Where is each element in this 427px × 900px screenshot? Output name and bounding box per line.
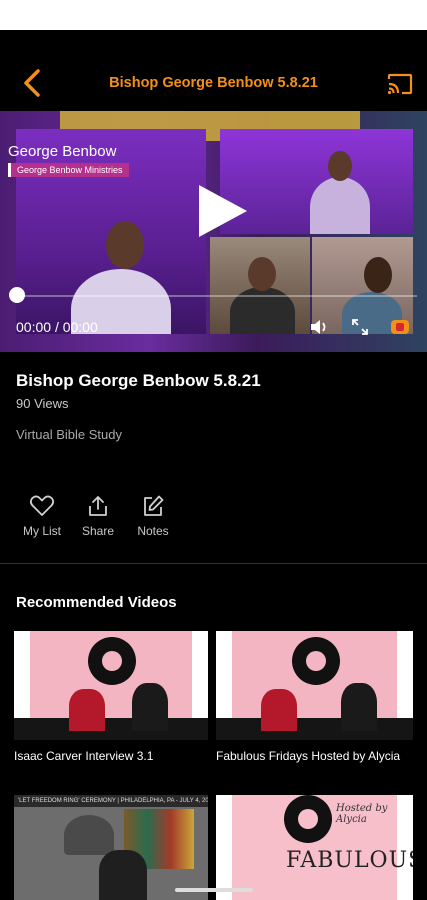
peacock-logo-icon <box>88 637 136 685</box>
video-tile-guest-1 <box>210 237 310 334</box>
edit-icon <box>144 495 164 516</box>
thumb-banner-text: 'LET FREEDOM RING' CEREMONY | PHILADELPH… <box>14 795 208 807</box>
volume-icon[interactable] <box>308 317 330 337</box>
thumb-border-left <box>216 795 232 900</box>
thumb-person-2 <box>132 683 168 731</box>
video-title: Bishop George Benbow 5.8.21 <box>16 371 261 390</box>
app-logo-icon[interactable] <box>389 317 411 337</box>
action-bar: My List Share Notes <box>0 494 427 544</box>
my-list-button[interactable]: My List <box>14 494 70 538</box>
peacock-logo-icon <box>284 795 332 843</box>
thumb-person-1 <box>69 689 105 731</box>
speaker-name-overlay: George Benbow George Benbow Ministries <box>8 143 129 177</box>
current-time: 00:00 <box>16 319 52 335</box>
fabulous-text: FABULOUS <box>286 848 413 873</box>
play-icon[interactable] <box>191 181 251 241</box>
heart-icon <box>29 495 55 516</box>
peacock-logo-icon <box>292 637 340 685</box>
thumb-person-1 <box>261 689 297 731</box>
back-chevron-icon[interactable] <box>14 65 50 101</box>
time-display: 00:00 / 00:00 <box>16 319 98 335</box>
overlay-org: George Benbow Ministries <box>8 163 129 177</box>
recommended-thumbnail-2[interactable] <box>216 631 413 740</box>
recommended-thumbnail-4[interactable]: Hosted by Alycia FABULOUS <box>216 795 413 900</box>
thumb-person <box>99 850 147 900</box>
fullscreen-icon[interactable] <box>349 317 371 337</box>
seek-handle[interactable] <box>9 287 25 303</box>
home-indicator[interactable] <box>175 888 253 892</box>
status-bar <box>0 0 427 30</box>
page-title: Bishop George Benbow 5.8.21 <box>109 75 318 91</box>
video-category: Virtual Bible Study <box>16 427 122 442</box>
recommended-thumbnail-1[interactable] <box>14 631 208 740</box>
notes-button[interactable]: Notes <box>125 494 181 538</box>
share-icon <box>89 496 107 516</box>
recommended-thumbnail-3[interactable]: 'LET FREEDOM RING' CEREMONY | PHILADELPH… <box>14 795 208 900</box>
liberty-bell-shape <box>64 815 114 855</box>
recommended-title: Recommended Videos <box>16 594 177 611</box>
overlay-name: George Benbow <box>8 143 117 160</box>
recommended-title-2[interactable]: Fabulous Fridays Hosted by Alycia <box>216 749 400 763</box>
view-count: 90 Views <box>16 396 69 411</box>
section-divider <box>0 563 427 564</box>
share-label: Share <box>81 524 115 538</box>
duration: 00:00 <box>62 319 98 335</box>
hosted-by-text: Hosted by Alycia <box>336 803 388 825</box>
header: Bishop George Benbow 5.8.21 <box>0 55 427 111</box>
time-separator: / <box>54 319 59 335</box>
share-button[interactable]: Share <box>70 494 126 538</box>
thumb-person-2 <box>341 683 377 731</box>
thumb-stage <box>216 718 413 740</box>
thumb-stage <box>14 718 208 740</box>
notes-label: Notes <box>137 524 169 538</box>
recommended-title-1[interactable]: Isaac Carver Interview 3.1 <box>14 749 153 763</box>
my-list-label: My List <box>22 524 61 538</box>
video-player[interactable]: George Benbow George Benbow Ministries 0… <box>0 111 427 352</box>
cast-icon[interactable] <box>385 69 415 99</box>
seek-bar[interactable] <box>16 295 417 297</box>
